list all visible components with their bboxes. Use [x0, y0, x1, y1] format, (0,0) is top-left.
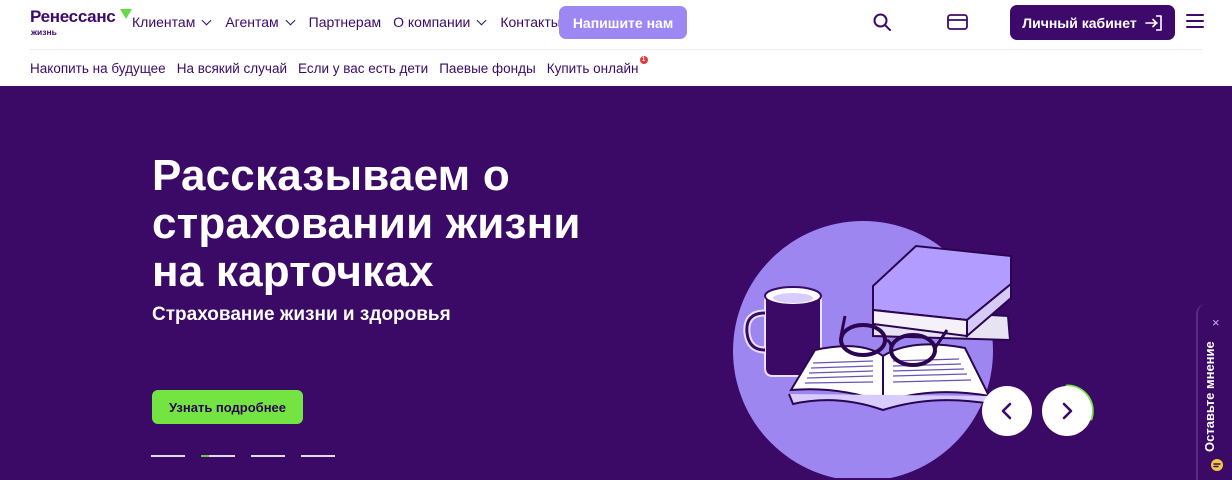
nav-item-contacts[interactable]: Контакты [500, 14, 560, 30]
slider-next-button[interactable] [1042, 386, 1092, 436]
learn-more-button[interactable]: Узнать подробнее [152, 390, 303, 424]
subnav-item-just-in-case[interactable]: На всякий случай [177, 61, 287, 76]
nav-item-clients[interactable]: Клиентам [132, 14, 213, 30]
subnav-item-funds[interactable]: Паевые фонды [439, 61, 536, 76]
chevron-down-icon [201, 15, 212, 26]
slide-dot-2[interactable] [201, 455, 235, 457]
personal-cabinet-button[interactable]: Личный кабинет [1010, 5, 1175, 40]
logo-subtext: жизнь [31, 27, 57, 37]
logo[interactable]: Ренессанс жизнь [30, 7, 132, 39]
hero-banner: Рассказываем о страховании жизни на карт… [0, 86, 1232, 480]
hero-subtitle: Страхование жизни и здоровья [152, 304, 451, 325]
notification-badge: 1 [639, 56, 648, 64]
nav-item-label: Контакты [500, 14, 561, 30]
logo-triangle-icon [120, 9, 132, 19]
slide-dot-4[interactable] [301, 455, 335, 457]
subnav-item-children[interactable]: Если у вас есть дети [298, 61, 428, 76]
nav-item-partners[interactable]: Партнерам [309, 14, 381, 30]
main-nav: Клиентам Агентам Партнерам О компании Ко… [132, 14, 561, 30]
subnav-item-save[interactable]: Накопить на будущее [30, 61, 166, 76]
header-divider [30, 49, 1202, 50]
logo-text: Ренессанс [30, 7, 116, 26]
subnav-item-buy-online[interactable]: Купить онлайн 1 [546, 56, 648, 76]
cabinet-button-label: Личный кабинет [1022, 14, 1137, 31]
nav-item-label: Партнерам [308, 14, 382, 30]
slide-dot-1[interactable] [151, 455, 185, 457]
nav-item-agents[interactable]: Агентам [225, 14, 296, 30]
chevron-down-icon [476, 15, 487, 26]
slider-prev-button[interactable] [982, 386, 1032, 436]
chevron-right-icon [1062, 402, 1073, 420]
feedback-label: Оставьте мнение [1202, 341, 1217, 452]
write-us-button[interactable]: Напишите нам [559, 6, 687, 39]
top-header: Ренессанс жизнь Клиентам Агентам Партнер… [0, 0, 1232, 48]
menu-icon[interactable] [1186, 14, 1204, 30]
nav-item-about[interactable]: О компании [393, 14, 488, 30]
close-icon[interactable]: × [1212, 316, 1220, 329]
slider-pagination [151, 455, 335, 457]
subnav-item-label: Купить онлайн [546, 61, 639, 76]
feedback-icon [1211, 459, 1223, 471]
nav-item-label: Агентам [225, 14, 279, 30]
hero-title: Рассказываем о страховании жизни на карт… [152, 151, 581, 296]
login-icon [1144, 14, 1162, 31]
feedback-tab[interactable]: × Оставьте мнение [1196, 304, 1232, 480]
card-icon[interactable] [947, 14, 968, 30]
nav-item-label: Клиентам [132, 14, 196, 30]
chevron-left-icon [1001, 402, 1012, 420]
books-illustration [733, 221, 1012, 478]
chevron-down-icon [285, 15, 296, 26]
slide-dot-3[interactable] [251, 455, 285, 457]
search-icon[interactable] [873, 13, 891, 31]
nav-item-label: О компании [393, 14, 471, 30]
sub-nav: Накопить на будущее На всякий случай Есл… [30, 56, 648, 76]
